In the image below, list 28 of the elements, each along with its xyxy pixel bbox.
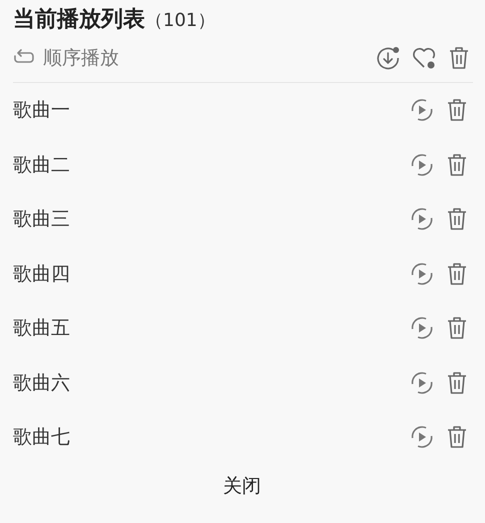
song-count: （101） [145, 9, 216, 32]
trash-icon[interactable] [445, 260, 469, 287]
trash-icon[interactable] [445, 424, 469, 450]
trash-icon[interactable] [445, 97, 469, 124]
trash-icon[interactable] [445, 370, 469, 396]
song-title[interactable]: 歌曲二 [13, 152, 70, 178]
song-title[interactable]: 歌曲六 [13, 370, 70, 396]
heart-add-icon[interactable] [411, 45, 437, 71]
song-title[interactable]: 歌曲七 [13, 424, 70, 450]
play-icon[interactable] [409, 152, 435, 178]
download-icon[interactable] [375, 45, 401, 71]
play-icon[interactable] [409, 315, 435, 342]
trash-icon[interactable] [445, 206, 469, 232]
trash-icon[interactable] [445, 315, 469, 342]
close-button[interactable]: 关闭 [213, 468, 271, 502]
play-mode-button[interactable]: 顺序播放 [13, 45, 119, 71]
play-icon[interactable] [409, 424, 435, 450]
play-icon[interactable] [409, 370, 435, 396]
song-title[interactable]: 歌曲三 [13, 206, 70, 232]
play-icon[interactable] [409, 97, 435, 124]
song-title[interactable]: 歌曲四 [13, 260, 70, 287]
song-title[interactable]: 歌曲五 [13, 315, 70, 342]
trash-icon[interactable] [445, 152, 469, 178]
play-icon[interactable] [409, 260, 435, 287]
play-icon[interactable] [409, 206, 435, 232]
song-title[interactable]: 歌曲一 [13, 97, 70, 124]
playlist-title: 当前播放列表 [13, 6, 145, 34]
trash-icon[interactable] [447, 45, 471, 71]
